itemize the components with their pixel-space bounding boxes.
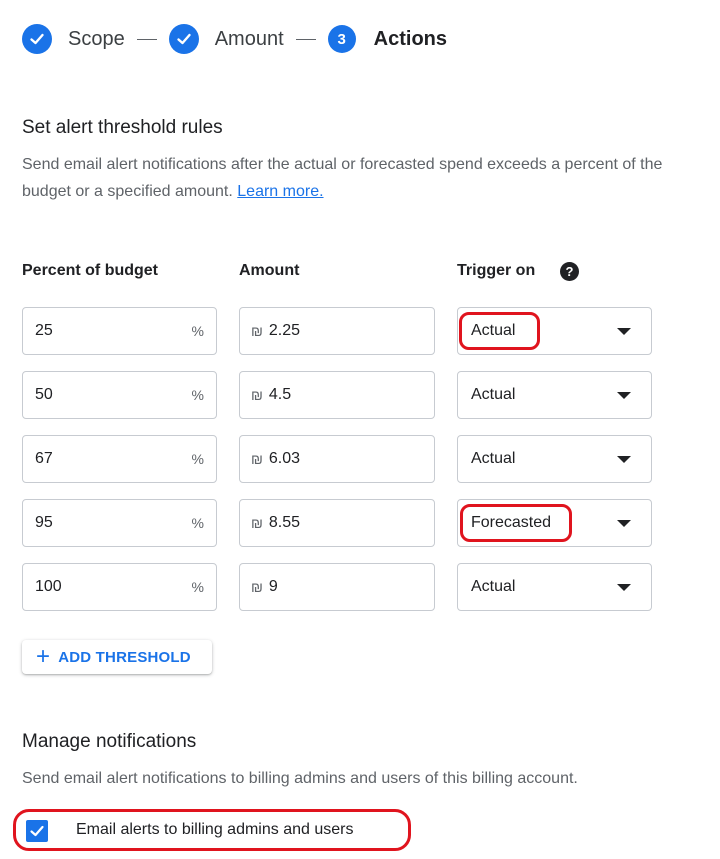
currency-symbol: ₪	[251, 515, 263, 531]
percent-input[interactable]: 50 %	[22, 371, 217, 419]
trigger-value: Forecasted	[471, 514, 552, 531]
amount-input[interactable]: ₪ 9	[239, 563, 435, 611]
trigger-select[interactable]: Forecasted	[457, 499, 652, 547]
dropdown-caret-icon	[617, 456, 631, 463]
plus-icon: +	[36, 643, 51, 670]
percent-column-header: Percent of budget	[22, 262, 159, 279]
trigger-select[interactable]: Actual	[457, 435, 652, 483]
amount-column-header: Amount	[239, 262, 300, 279]
trigger-column-header: Trigger on	[457, 262, 536, 279]
trigger-value: Actual	[471, 450, 516, 467]
notifications-section-description: Send email alert notifications to billin…	[22, 770, 578, 787]
step-separator	[295, 38, 316, 40]
threshold-row: 50 % ₪ 4.5 Actual	[0, 371, 720, 419]
threshold-row: 25 % ₪ 2.25 Actual	[0, 307, 720, 355]
trigger-value: Actual	[471, 322, 516, 339]
dropdown-caret-icon	[617, 520, 631, 527]
step-2-check-icon[interactable]	[168, 24, 199, 54]
checkmark-icon	[30, 825, 44, 837]
amount-value: 9	[268, 578, 278, 595]
currency-symbol: ₪	[251, 579, 263, 595]
amount-input[interactable]: ₪ 4.5	[239, 371, 435, 419]
amount-input[interactable]: ₪ 2.25	[239, 307, 435, 355]
threshold-row: 100 % ₪ 9 Actual	[0, 563, 720, 611]
step-1-label[interactable]: Scope	[68, 28, 125, 51]
step-1-check-icon[interactable]	[22, 24, 52, 54]
step-3-label: Actions	[373, 27, 447, 50]
threshold-row: 95 % ₪ 8.55 Forecasted	[0, 499, 720, 547]
add-threshold-label: ADD THRESHOLD	[58, 648, 191, 666]
email-alerts-checkbox[interactable]	[26, 820, 48, 842]
step-separator	[136, 38, 157, 40]
percent-value: 67	[35, 450, 53, 467]
trigger-value: Actual	[471, 386, 516, 403]
amount-input[interactable]: ₪ 8.55	[239, 499, 435, 547]
step-2-label[interactable]: Amount	[215, 28, 284, 51]
amount-value: 4.5	[268, 386, 292, 403]
percent-input[interactable]: 100 %	[22, 563, 217, 611]
trigger-value: Actual	[471, 578, 516, 595]
percent-input[interactable]: 67 %	[22, 435, 217, 483]
amount-value: 2.25	[268, 322, 301, 339]
percent-suffix: %	[191, 579, 204, 595]
amount-input[interactable]: ₪ 6.03	[239, 435, 435, 483]
learn-more-link[interactable]: Learn more.	[237, 183, 323, 200]
amount-value: 8.55	[268, 514, 301, 531]
threshold-description-text: Send email alert notifications after the…	[22, 156, 663, 200]
threshold-section-title: Set alert threshold rules	[22, 117, 223, 138]
trigger-select[interactable]: Actual	[457, 563, 652, 611]
dropdown-caret-icon	[617, 392, 631, 399]
percent-suffix: %	[191, 323, 204, 339]
currency-symbol: ₪	[251, 451, 263, 467]
dropdown-caret-icon	[617, 328, 631, 335]
trigger-select[interactable]: Actual	[457, 307, 652, 355]
percent-value: 50	[35, 386, 53, 403]
threshold-row: 67 % ₪ 6.03 Actual	[0, 435, 720, 483]
percent-suffix: %	[191, 451, 204, 467]
percent-input[interactable]: 25 %	[22, 307, 217, 355]
percent-value: 25	[35, 322, 53, 339]
step-3-number: 3	[327, 25, 356, 53]
dropdown-caret-icon	[617, 584, 631, 591]
percent-suffix: %	[191, 387, 204, 403]
help-icon[interactable]: ?	[560, 262, 579, 281]
stepper: Scope Amount 3 Actions	[22, 22, 447, 56]
threshold-section-description: Send email alert notifications after the…	[22, 151, 712, 205]
currency-symbol: ₪	[251, 323, 263, 339]
trigger-select[interactable]: Actual	[457, 371, 652, 419]
percent-value: 95	[35, 514, 53, 531]
add-threshold-button[interactable]: + ADD THRESHOLD	[22, 640, 212, 674]
currency-symbol: ₪	[251, 387, 263, 403]
percent-suffix: %	[191, 515, 204, 531]
percent-input[interactable]: 95 %	[22, 499, 217, 547]
email-alerts-label[interactable]: Email alerts to billing admins and users	[76, 821, 353, 839]
notifications-section-title: Manage notifications	[22, 731, 197, 752]
amount-value: 6.03	[268, 450, 301, 467]
percent-value: 100	[35, 578, 62, 595]
